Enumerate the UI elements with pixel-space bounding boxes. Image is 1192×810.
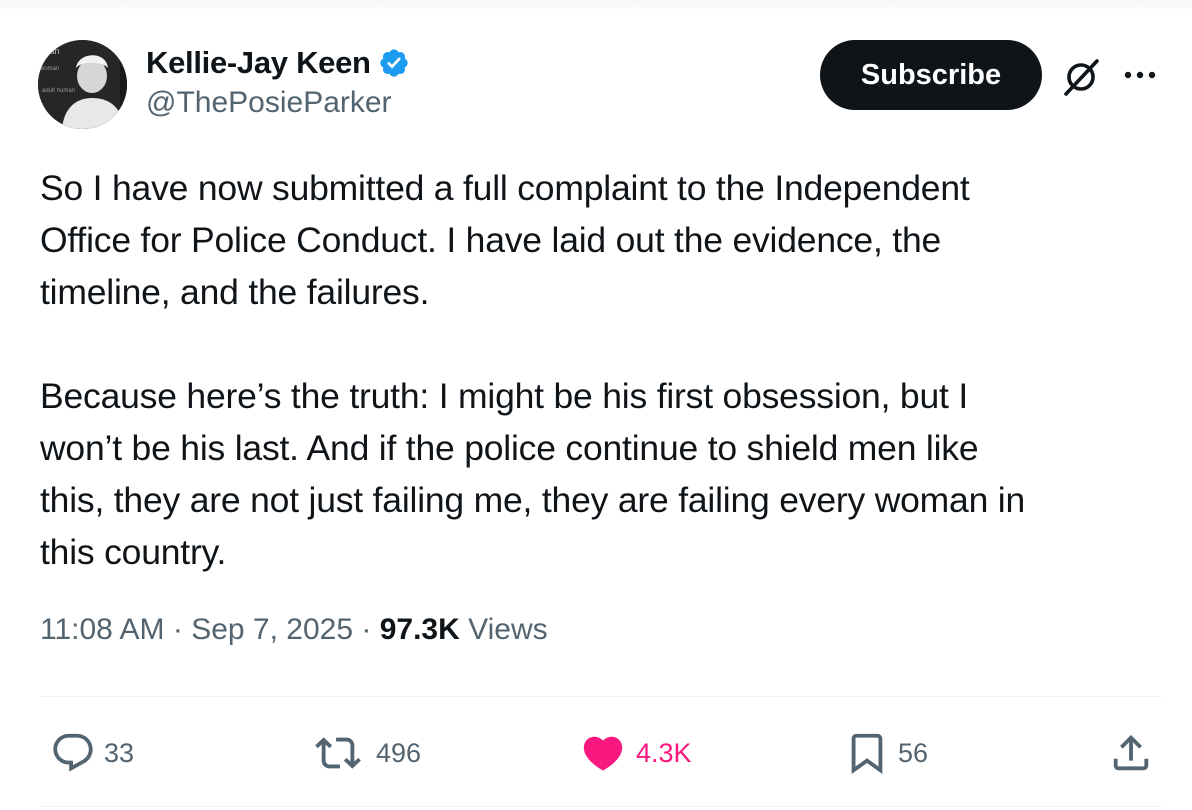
author-info: Kellie-Jay Keen @ThePosieParker [146,42,410,120]
meta-separator: · [172,613,183,646]
repost-icon [315,737,361,769]
bookmark-icon [851,733,883,774]
reply-button[interactable]: 33 [50,726,134,780]
top-edge-fade [0,0,1192,18]
action-bar: 33 496 4.3K 56 [40,726,1162,780]
tweet-text: So I have now submitted a full complaint… [40,168,1026,572]
divider [40,806,1162,807]
grok-icon[interactable] [1060,56,1102,98]
display-name-row: Kellie-Jay Keen [146,42,410,84]
views-count: 97.3K [379,613,460,646]
verified-badge-icon[interactable] [378,47,410,79]
heart-icon [583,736,623,771]
tweet-date[interactable]: Sep 7, 2025 [191,613,353,646]
profile-photo: man woman adult human [38,40,127,129]
meta-separator: · [361,613,372,646]
author-handle[interactable]: @ThePosieParker [146,86,410,120]
tweet-header: man woman adult human Kellie-Jay Keen @T… [38,40,1168,132]
like-count: 4.3K [636,737,692,768]
views-label: Views [468,613,548,646]
avatar[interactable]: man woman adult human [38,40,127,129]
subscribe-button[interactable]: Subscribe [820,40,1042,110]
avatar-text-1: man [42,46,60,56]
avatar-text-2: woman [39,66,59,72]
share-button[interactable] [1108,726,1154,780]
like-button[interactable]: 4.3K [578,726,692,780]
reply-count: 33 [104,737,135,768]
tweet-metadata: 11:08 AM · Sep 7, 2025 · 97.3K Views [40,613,548,647]
divider [40,696,1162,697]
display-name[interactable]: Kellie-Jay Keen [146,45,371,81]
bookmark-count: 56 [898,737,929,768]
bookmark-button[interactable]: 56 [844,726,928,780]
repost-button[interactable]: 496 [308,726,421,780]
repost-count: 496 [376,737,422,768]
reply-icon [53,733,93,772]
avatar-text-3: adult human [42,88,75,94]
more-icon[interactable] [1118,64,1162,86]
share-icon [1113,734,1149,771]
tweet-time[interactable]: 11:08 AM [40,613,165,646]
